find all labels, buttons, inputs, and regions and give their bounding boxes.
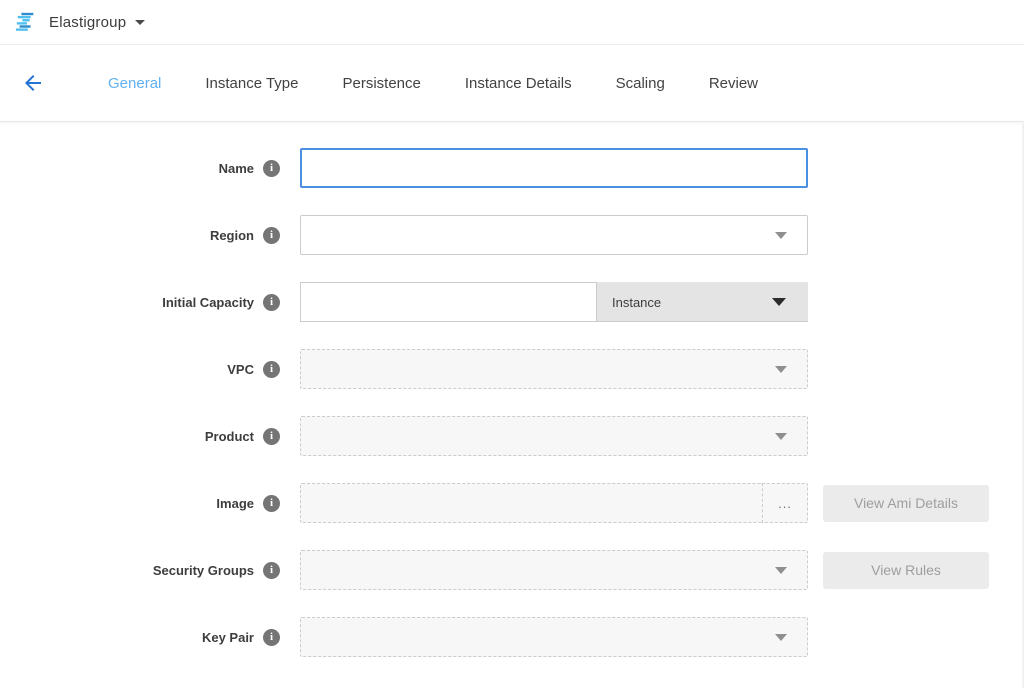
caret-down-icon	[775, 433, 787, 440]
vpc-select	[300, 349, 808, 389]
image-label: Image	[216, 496, 254, 511]
tab-review[interactable]: Review	[687, 45, 780, 122]
image-browse-button[interactable]: ...	[762, 483, 808, 523]
tab-instance-details[interactable]: Instance Details	[443, 45, 594, 122]
form-row-vpc: VPC i	[0, 349, 1024, 389]
tab-instance-type[interactable]: Instance Type	[183, 45, 320, 122]
form-row-image: Image i ... View Ami Details	[0, 483, 1024, 523]
general-form: Name i Region i Initial Capacity i	[0, 122, 1024, 657]
caret-down-icon	[775, 634, 787, 641]
caret-down-icon	[775, 232, 787, 239]
app-switcher-caret-icon[interactable]	[135, 20, 145, 25]
app-header: Elastigroup	[0, 0, 1024, 45]
back-button[interactable]	[20, 70, 46, 96]
form-row-security-groups: Security Groups i View Rules	[0, 550, 1024, 590]
elastigroup-logo-icon	[14, 10, 38, 34]
region-select[interactable]	[300, 215, 808, 255]
name-input[interactable]	[300, 148, 808, 188]
caret-down-icon	[775, 567, 787, 574]
security-groups-select	[300, 550, 808, 590]
view-ami-details-button[interactable]: View Ami Details	[823, 485, 989, 522]
wizard-tabbar: General Instance Type Persistence Instan…	[0, 45, 1024, 122]
form-row-product: Product i	[0, 416, 1024, 456]
capacity-unit-select[interactable]: Instance	[597, 282, 808, 322]
caret-down-icon	[775, 366, 787, 373]
tab-general[interactable]: General	[86, 45, 183, 122]
form-row-key-pair: Key Pair i	[0, 617, 1024, 657]
view-rules-button[interactable]: View Rules	[823, 552, 989, 589]
info-icon[interactable]: i	[263, 562, 280, 579]
arrow-back-icon	[21, 71, 45, 95]
info-icon[interactable]: i	[263, 294, 280, 311]
name-label: Name	[219, 161, 254, 176]
info-icon[interactable]: i	[263, 428, 280, 445]
form-row-region: Region i	[0, 215, 1024, 255]
key-pair-select	[300, 617, 808, 657]
info-icon[interactable]: i	[263, 361, 280, 378]
image-input	[300, 483, 762, 523]
tab-persistence[interactable]: Persistence	[321, 45, 443, 122]
info-icon[interactable]: i	[263, 495, 280, 512]
wizard-tabs: General Instance Type Persistence Instan…	[86, 45, 780, 122]
info-icon[interactable]: i	[263, 629, 280, 646]
region-label: Region	[210, 228, 254, 243]
key-pair-label: Key Pair	[202, 630, 254, 645]
vpc-label: VPC	[227, 362, 254, 377]
caret-down-icon	[772, 298, 786, 306]
info-icon[interactable]: i	[263, 227, 280, 244]
info-icon[interactable]: i	[263, 160, 280, 177]
product-select	[300, 416, 808, 456]
initial-capacity-input[interactable]	[300, 282, 597, 322]
form-row-name: Name i	[0, 148, 1024, 188]
tab-scaling[interactable]: Scaling	[594, 45, 687, 122]
form-row-initial-capacity: Initial Capacity i Instance	[0, 282, 1024, 322]
initial-capacity-label: Initial Capacity	[162, 295, 254, 310]
product-label: Product	[205, 429, 254, 444]
app-title: Elastigroup	[49, 14, 126, 31]
security-groups-label: Security Groups	[153, 563, 254, 578]
capacity-unit-value: Instance	[612, 295, 661, 310]
